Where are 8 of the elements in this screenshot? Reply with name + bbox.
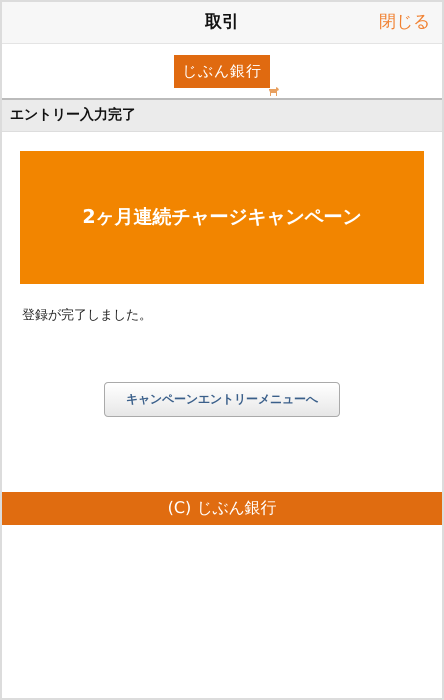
bank-logo: じぶん銀行	[174, 54, 270, 88]
dog-icon	[268, 86, 280, 96]
completion-message: 登録が完了しました。	[22, 307, 153, 325]
banner-title: 2ヶ月連続チャージキャンペーン	[82, 205, 362, 230]
nav-title: 取引	[205, 10, 239, 34]
footer-bar: (C) じぶん銀行	[2, 492, 442, 524]
campaign-menu-button[interactable]: キャンペーンエントリーメニューへ	[104, 382, 340, 416]
section-header: エントリー入力完了	[2, 100, 442, 132]
